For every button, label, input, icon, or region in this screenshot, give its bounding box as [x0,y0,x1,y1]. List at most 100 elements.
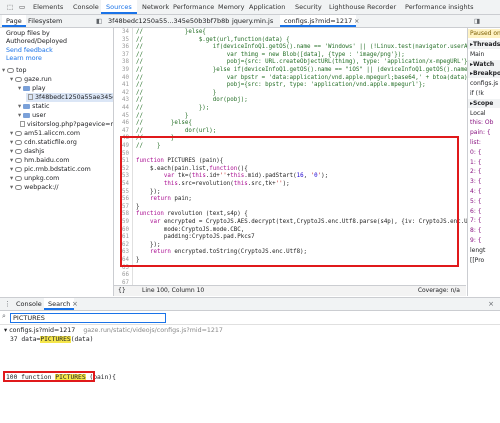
debugger-row[interactable]: ▸Scope [468,98,500,108]
tab-security[interactable]: Security [290,0,327,14]
line-number[interactable]: 46 [122,120,129,126]
line-number[interactable]: 41 [122,82,129,88]
expand-arrow-icon[interactable]: ▾ [4,327,7,334]
line-number[interactable]: 58 [122,211,129,217]
drawer-menu-icon[interactable]: ⋮ [4,298,11,310]
tree-item[interactable]: ▾ play [18,84,46,93]
line-number[interactable]: 57 [122,204,129,210]
line-number-gutter[interactable]: 34 35 36 37 38 39 40 41 42 43 44 45 46 47 48 49 50 51 52 53… [114,28,133,286]
tree-item[interactable]: ▾ static [18,102,49,111]
tree-item[interactable]: 3f48bedc1250a55ae345e50 [26,93,113,102]
tab-recorder[interactable]: Recorder [362,0,401,14]
debugger-row[interactable]: list: [470,138,481,147]
expand-arrow-icon[interactable]: ▾ [2,67,5,74]
expand-arrow-icon[interactable]: ▾ [10,157,13,164]
expand-arrow-icon[interactable]: ▾ [18,85,21,92]
expand-arrow-icon[interactable]: ▾ [10,175,13,182]
line-number[interactable]: 36 [122,44,129,50]
tree-item[interactable]: ▾ dashjs [10,147,44,156]
expand-arrow-icon[interactable]: ▾ [18,103,21,110]
tab-elements[interactable]: Elements [28,0,68,14]
tree-item[interactable]: ▾ gaze.run [10,75,52,84]
line-number[interactable]: 53 [122,173,129,179]
line-number[interactable]: 48 [122,135,129,141]
debugger-row[interactable]: 8: { [470,226,482,235]
debugger-row[interactable]: [[Pro [470,256,484,265]
code-editor[interactable]: 34 35 36 37 38 39 40 41 42 43 44 45 46 47 48 49 50 51 52 53… [114,28,500,296]
line-number[interactable]: 62 [122,242,129,248]
debugger-row[interactable]: 2: { [470,167,482,176]
expand-arrow-icon[interactable]: ▾ [10,166,13,173]
line-number[interactable]: 43 [122,97,129,103]
debugger-row[interactable]: 9: { [470,236,482,245]
debugger-row[interactable]: 5: { [470,197,482,206]
tab-page[interactable]: Page [2,15,26,27]
tree-item[interactable]: ▾ cdn.staticfile.org [10,138,77,147]
expand-arrow-icon[interactable]: ▾ [10,130,13,137]
debugger-row[interactable]: ▸Breakpoints [468,69,500,79]
line-number[interactable]: 39 [122,67,129,73]
tree-item[interactable]: ▾ user [18,111,46,120]
tree-item[interactable]: ▾ unpkg.com [10,174,59,183]
line-number[interactable]: 52 [122,166,129,172]
debugger-row[interactable]: ▸Threads [468,40,500,49]
learn-more-link[interactable]: Learn more [6,54,42,63]
expand-arrow-icon[interactable]: ▾ [18,112,21,119]
expand-arrow-icon[interactable]: ▾ [10,148,13,155]
debugger-row[interactable]: if (!k [470,89,484,98]
line-number[interactable]: 47 [122,128,129,134]
line-number[interactable]: 44 [122,105,129,111]
tree-item[interactable]: ▾ top [2,66,27,75]
line-number[interactable]: 56 [122,196,129,202]
debugger-row[interactable]: pain: { [470,128,491,137]
tree-item[interactable]: ▾ hm.baidu.com [10,156,69,165]
line-number[interactable]: 55 [122,189,129,195]
debugger-row[interactable]: configs.js [470,79,498,88]
debugger-row[interactable]: 7: { [470,216,482,225]
debugger-row[interactable]: 6: { [470,207,482,216]
close-drawer-icon[interactable]: × [488,298,494,310]
tab-search-drawer[interactable]: Search [44,298,75,310]
file-tab-3f48bedc[interactable]: 3f48bedc1250a55...345e50b3bf7b8b [104,15,233,27]
file-tab-jquery[interactable]: jquery.min.js [228,15,277,27]
line-number[interactable]: 50 [122,151,129,157]
close-tab-icon[interactable]: × [350,15,363,27]
close-search-icon[interactable]: × [72,298,78,310]
line-number[interactable]: 61 [122,234,129,240]
debugger-row[interactable]: this: Ob [470,118,493,127]
search-result-line-37[interactable]: 37 data=PICTURES(data) [10,336,93,343]
debugger-row[interactable]: 0: { [470,148,482,157]
line-number[interactable]: 34 [122,29,129,35]
expand-arrow-icon[interactable]: ▾ [10,76,13,83]
tab-console[interactable]: Console [68,0,104,14]
line-number[interactable]: 65 [122,265,129,271]
tree-item[interactable]: visitorslog.php?pagevice=mo [18,120,113,129]
tab-performance-insights[interactable]: Performance insights [400,0,479,14]
expand-arrow-icon[interactable]: ▾ [10,139,13,146]
debugger-row[interactable]: 1: { [470,158,482,167]
tab-filesystem[interactable]: Filesystem [24,15,66,27]
line-number[interactable]: 38 [122,59,129,65]
search-result-file[interactable]: ▾ configs.js?mid=1217 gaze.run/static/vi… [4,327,223,334]
line-number[interactable]: 59 [122,219,129,225]
tree-item[interactable]: ▾ pic.rmb.bdstatic.com [10,165,91,174]
line-number[interactable]: 60 [122,227,129,233]
line-number[interactable]: 66 [122,272,129,278]
line-number[interactable]: 49 [122,143,129,149]
tab-sources[interactable]: Sources [101,0,137,14]
debugger-row[interactable]: ▸Watch [468,59,500,69]
tree-item[interactable]: ▾ am51.aliccm.com [10,129,80,138]
debugger-row[interactable]: Main [470,50,484,59]
line-number[interactable]: 45 [122,113,129,119]
debugger-row[interactable]: lengt [470,246,485,255]
tree-item[interactable]: ▾ webpack:// [10,183,59,192]
line-number[interactable]: 51 [122,158,129,164]
debugger-row[interactable]: Local [470,109,486,118]
expand-arrow-icon[interactable]: ▾ [10,184,13,191]
tab-performance[interactable]: Performance [168,0,219,14]
debugger-row[interactable]: 3: { [470,177,482,186]
line-number[interactable]: 63 [122,249,129,255]
tab-application[interactable]: Application [244,0,290,14]
line-number[interactable]: 37 [122,52,129,58]
tab-console-drawer[interactable]: Console [12,298,46,310]
